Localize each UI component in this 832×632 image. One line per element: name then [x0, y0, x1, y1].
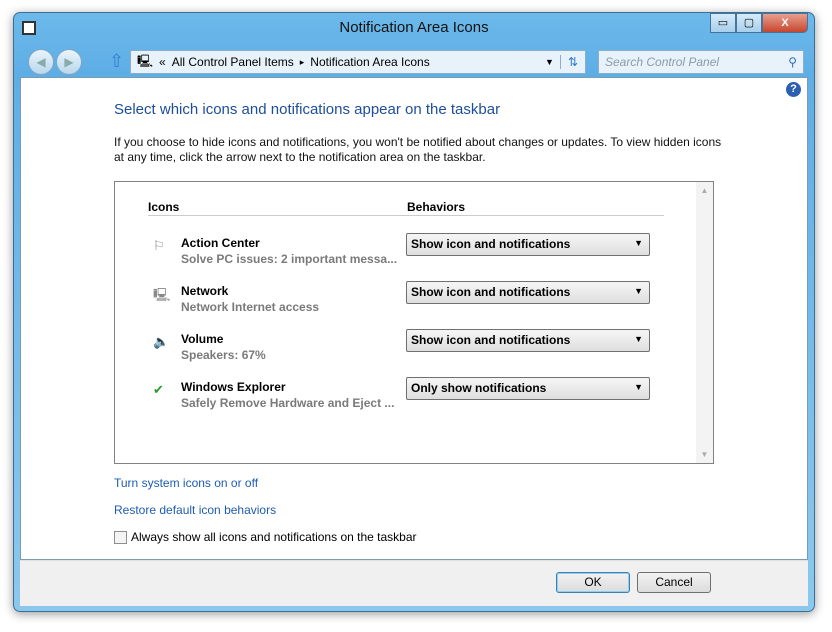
- close-button[interactable]: X: [762, 13, 808, 33]
- item-name: Action Center: [181, 236, 260, 250]
- behavior-select[interactable]: Only show notifications ▼: [406, 377, 650, 400]
- help-icon[interactable]: ?: [786, 82, 801, 97]
- window-title: Notification Area Icons: [339, 19, 489, 36]
- address-bar[interactable]: 🖳 « All Control Panel Items ▸ Notificati…: [130, 50, 586, 74]
- usb-eject-icon: ✔: [153, 382, 164, 397]
- search-icon[interactable]: ⚲: [788, 55, 797, 69]
- behavior-select[interactable]: Show icon and notifications ▼: [406, 329, 650, 352]
- item-name: Network: [181, 284, 229, 298]
- always-show-checkbox[interactable]: [114, 530, 127, 544]
- breadcrumb-notification-area-icons[interactable]: Notification Area Icons: [310, 55, 429, 69]
- content-pane: ? Select which icons and notifications a…: [20, 77, 808, 560]
- item-name: Volume: [181, 332, 224, 346]
- maximize-button[interactable]: ▢: [736, 13, 762, 33]
- icons-list: Icons Behaviors ⚐ Action Center Solve PC …: [114, 181, 714, 464]
- dialog-footer: OK Cancel: [20, 560, 808, 606]
- up-arrow-icon[interactable]: ⇧: [109, 51, 124, 72]
- forward-button[interactable]: ▶: [56, 49, 82, 75]
- restore-defaults-link[interactable]: Restore default icon behaviors: [114, 503, 276, 517]
- behavior-select[interactable]: Show icon and notifications ▼: [406, 281, 650, 304]
- flag-icon: ⚐: [153, 238, 165, 253]
- breadcrumb-all-control-panel-items[interactable]: All Control Panel Items: [172, 55, 294, 69]
- speaker-icon: 🔈: [153, 334, 170, 349]
- scrollbar[interactable]: ▲ ▼: [696, 182, 713, 463]
- breadcrumb-separator[interactable]: ▸: [300, 57, 305, 68]
- ok-button[interactable]: OK: [556, 572, 630, 593]
- window: Notification Area Icons ▭ ▢ X ◀ ▶ ⇧ 🖳 « …: [13, 12, 815, 612]
- minimize-button[interactable]: ▭: [710, 13, 736, 33]
- computer-icon: 🖳: [137, 53, 154, 68]
- item-detail: Solve PC issues: 2 important messa...: [181, 252, 398, 266]
- list-item: 🔈 Volume Speakers: 67% Show icon and not…: [153, 329, 683, 372]
- item-detail: Safely Remove Hardware and Eject ...: [181, 396, 395, 410]
- overflow-chevron[interactable]: «: [159, 55, 166, 69]
- search-input[interactable]: Search Control Panel ⚲: [598, 50, 804, 74]
- column-behaviors: Behaviors: [407, 200, 466, 214]
- item-detail: Speakers: 67%: [181, 348, 266, 362]
- list-item: ⚐ Action Center Solve PC issues: 2 impor…: [153, 233, 683, 276]
- list-item: ✔ Windows Explorer Safely Remove Hardwar…: [153, 377, 683, 420]
- always-show-label[interactable]: Always show all icons and notifications …: [131, 530, 417, 544]
- network-icon: 🖳: [153, 287, 171, 302]
- back-button[interactable]: ◀: [28, 49, 54, 75]
- refresh-icon[interactable]: ⇅: [559, 55, 585, 69]
- item-detail: Network Internet access: [181, 300, 320, 314]
- list-item: 🖳 Network Network Internet access Show i…: [153, 281, 683, 324]
- cancel-button[interactable]: Cancel: [637, 572, 711, 593]
- page-title: Select which icons and notifications app…: [114, 101, 501, 118]
- item-name: Windows Explorer: [181, 380, 286, 394]
- turn-system-icons-link[interactable]: Turn system icons on or off: [114, 476, 258, 490]
- column-icons: Icons: [148, 200, 180, 214]
- description: If you choose to hide icons and notifica…: [114, 135, 722, 164]
- address-dropdown-icon[interactable]: ▼: [545, 57, 554, 67]
- behavior-select[interactable]: Show icon and notifications ▼: [406, 233, 650, 256]
